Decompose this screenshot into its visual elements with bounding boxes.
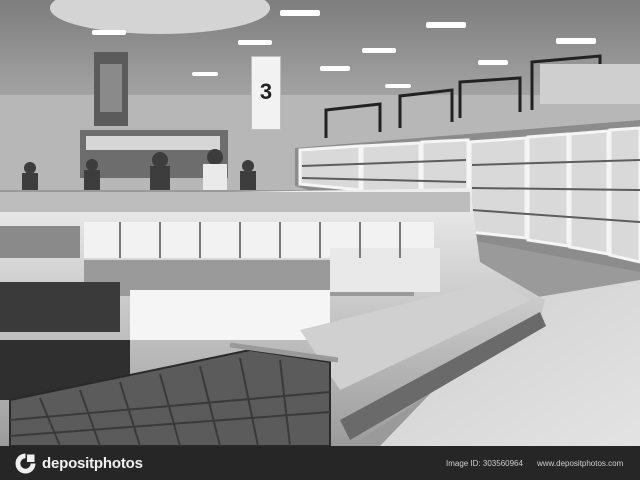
watermark-footer: depositphotos Image ID: 303560964 www.de…	[0, 446, 640, 480]
brand-name: depositphotos	[42, 454, 143, 472]
store-interior-illustration	[0, 0, 640, 446]
aisle-number-sign: 3	[251, 56, 281, 130]
aisle-number: 3	[259, 79, 273, 104]
rack-stock	[540, 64, 640, 104]
brand-logo: depositphotos	[15, 452, 143, 474]
depositphotos-logo-icon	[15, 452, 36, 473]
image-id-text: Image ID: 303560964	[446, 459, 523, 468]
supermarket-photo: 3	[0, 0, 640, 446]
case-top-edge	[0, 192, 470, 212]
site-url-text: www.depositphotos.com	[537, 459, 624, 468]
